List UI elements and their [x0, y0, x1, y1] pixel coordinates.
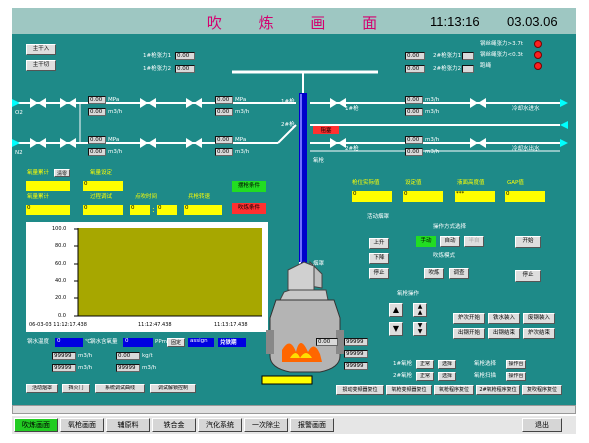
flow-value-f: 99999 [344, 350, 368, 358]
tab-dedusting[interactable]: 一次除尘 [244, 418, 288, 432]
tab-aux-material[interactable]: 辅原料 [106, 418, 150, 432]
system-debug-curve-button[interactable]: 系统调试曲线 [95, 384, 145, 393]
lance-scan-label: 氧枪扫描 [474, 373, 497, 379]
lance2-label: 2#氧枪 [393, 373, 413, 379]
reset-lance-program-button[interactable]: 氧枪程序复位 [434, 385, 474, 395]
flow-value-e: 99999 [344, 338, 368, 346]
carbon-value: 0 [123, 338, 153, 347]
debug-unlock-button[interactable]: 调试解锁控制 [150, 384, 196, 393]
flow-value-a: 99999 [52, 352, 76, 360]
flow-value-b: 99999 [52, 364, 76, 372]
app: 吹 炼 画 面 11:13:16 03.03.06 主干入 主干切 1#枪张力1… [0, 0, 589, 443]
flow-unit-b: m3/h [78, 365, 93, 371]
flow-unit-d: m3/h [142, 365, 157, 371]
flow-unit-a: m3/h [78, 353, 93, 359]
exit-button[interactable]: 退出 [522, 418, 562, 432]
console-button-2[interactable]: 操作台 [506, 372, 526, 381]
tab-ferroalloy[interactable]: 铁合金 [152, 418, 196, 432]
tab-vaporization[interactable]: 汽化系统 [198, 418, 242, 432]
tab-blow[interactable]: 吹炼画面 [14, 418, 58, 432]
converter-vessel [261, 260, 344, 385]
carbon-label: 钢水含氧量 [90, 339, 118, 345]
carbon-unit: PPm [155, 339, 167, 345]
hood-label: 烟罩 [313, 261, 325, 267]
reset-lance-vfd-button[interactable]: 氧枪变频器复位 [386, 385, 432, 395]
reset-lance2-program-button[interactable]: 2#氧枪程序复位 [476, 385, 520, 395]
lance1-label: 1#氧枪 [393, 361, 413, 367]
fire-door-button[interactable]: 挡火门 [62, 384, 90, 393]
lance2-select[interactable]: 选择 [438, 372, 456, 381]
tab-lance[interactable]: 氧枪画面 [60, 418, 104, 432]
assign-button[interactable]: assign [188, 338, 214, 347]
lance1-select[interactable]: 选择 [438, 360, 456, 369]
reset-rebl-program-button[interactable]: 复吹程序复位 [522, 385, 562, 395]
lance2-status[interactable]: 正常 [416, 372, 434, 381]
iron-period-button[interactable]: 兑铁期 [218, 338, 246, 347]
flow-value-h: 0.00 [316, 338, 338, 346]
temp-value: 0 [55, 338, 83, 347]
sleeve-button[interactable]: 活动烟罩 [26, 384, 58, 393]
flow-value-d: 99999 [116, 364, 140, 372]
temp-label: 钢水温度 [27, 339, 50, 345]
lance1-status[interactable]: 正常 [416, 360, 434, 369]
fixed-button[interactable]: 固定 [167, 338, 185, 347]
flow-value-c: 0.00 [116, 352, 140, 360]
lance-select-label: 氧枪选择 [474, 361, 497, 367]
flow-value-g: 99999 [344, 362, 368, 370]
horizontal-scrollbar[interactable] [12, 405, 576, 414]
flow-unit-c: kg/t [142, 353, 153, 359]
console-button-1[interactable]: 操作台 [506, 360, 526, 369]
tab-alarm[interactable]: 报警画面 [290, 418, 334, 432]
reset-vfd-button[interactable]: 损动变频器复位 [336, 385, 384, 395]
